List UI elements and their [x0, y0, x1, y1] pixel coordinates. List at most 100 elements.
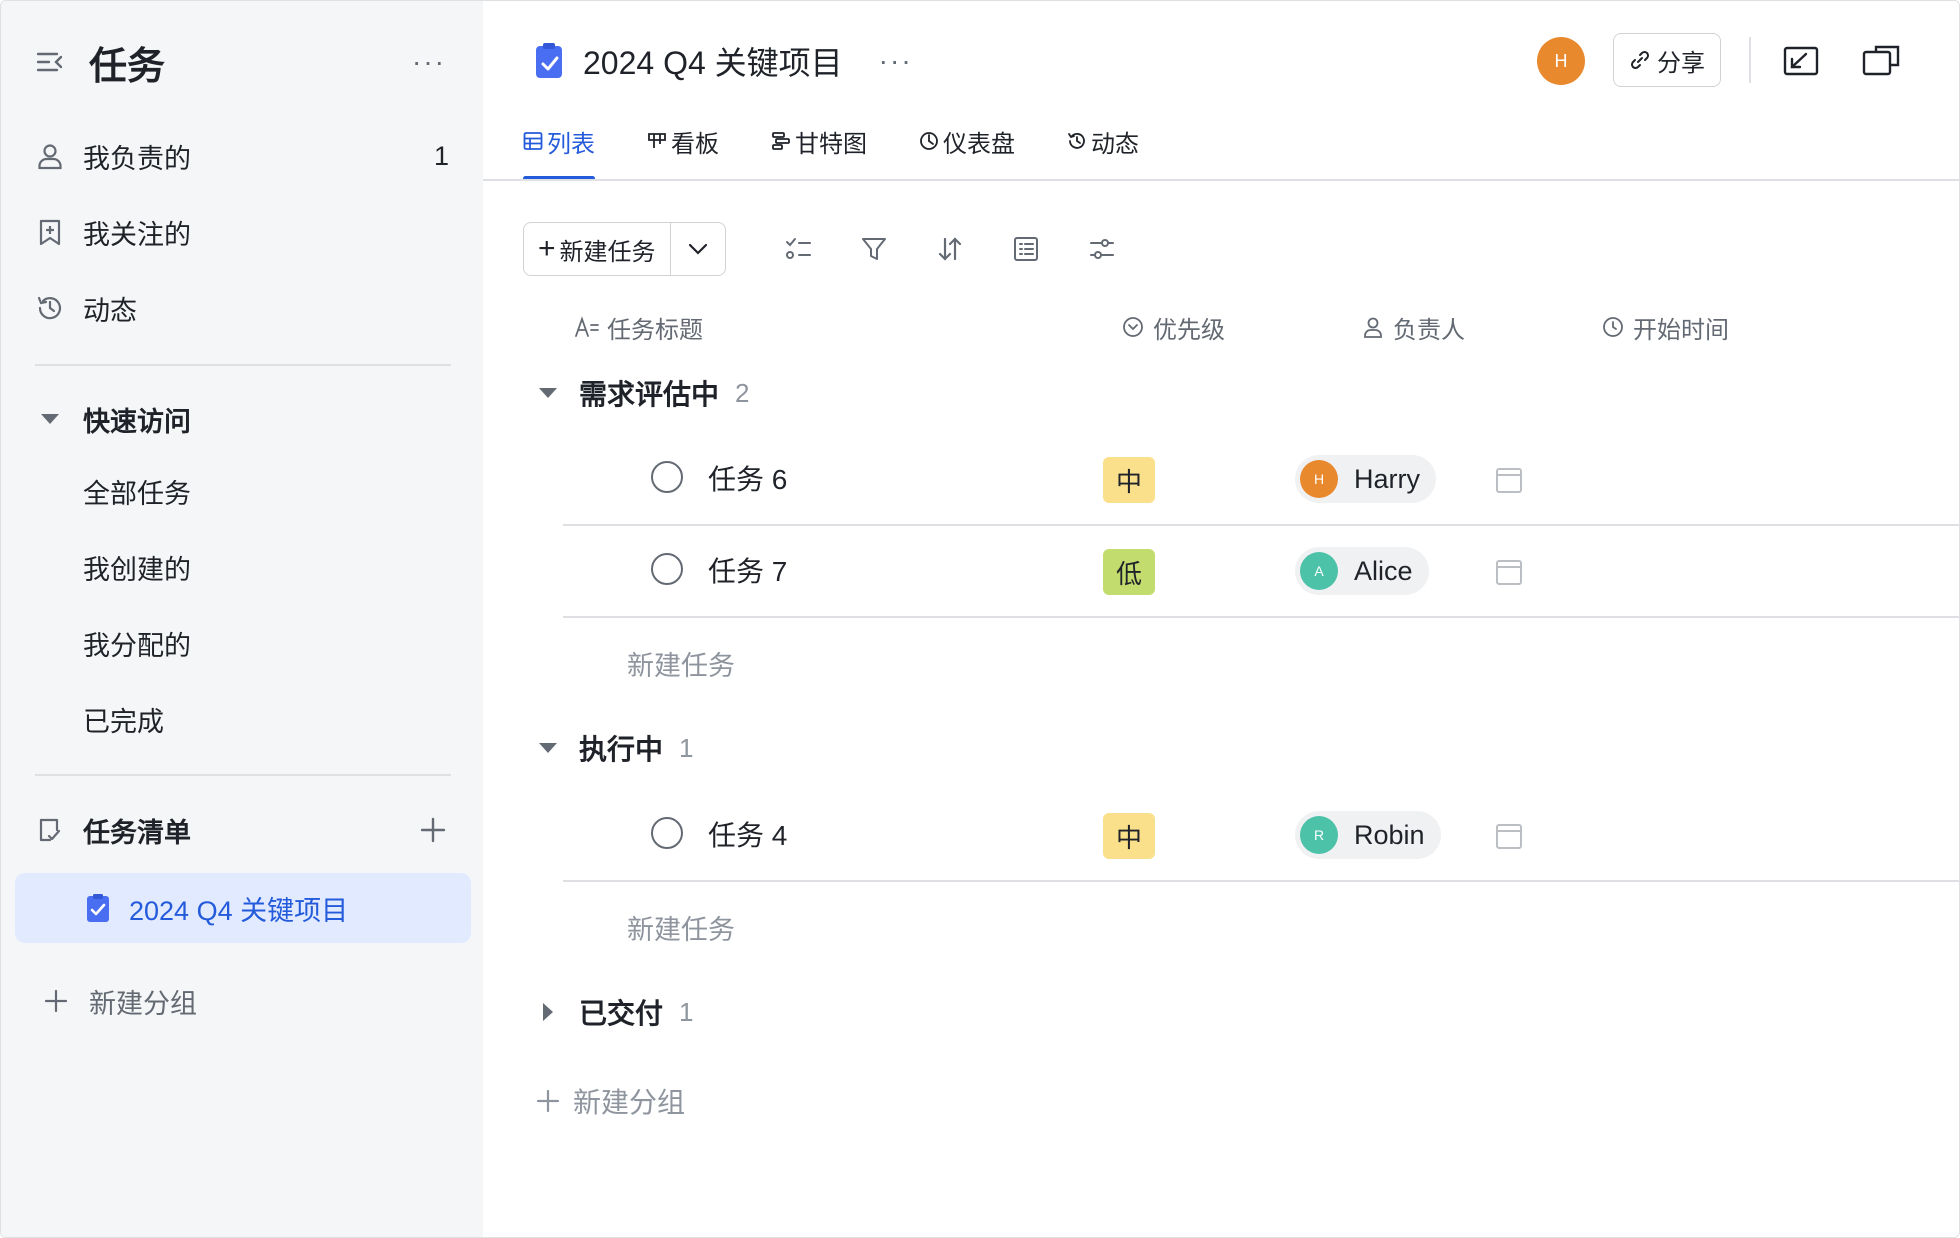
dashboard-icon — [919, 131, 939, 151]
calendar-icon[interactable] — [1491, 462, 1527, 498]
view-tabs: 列表 看板 甘特图 仪表盘 动态 — [523, 119, 1191, 181]
task-checkbox[interactable] — [651, 553, 683, 585]
column-header-owner[interactable]: 负责人 — [1361, 307, 1465, 347]
share-button[interactable]: 分享 — [1613, 33, 1721, 87]
sidebar-divider — [35, 774, 451, 776]
tab-list[interactable]: 列表 — [523, 119, 595, 181]
new-task-label: 新建任务 — [559, 238, 656, 266]
new-group-label: 新建分组 — [89, 988, 197, 1019]
tab-label: 看板 — [671, 130, 719, 158]
tab-label: 动态 — [1091, 130, 1139, 158]
checklist-icon[interactable] — [778, 229, 818, 269]
group-header[interactable]: 已交付 1 — [533, 987, 693, 1037]
sidebar-new-group-button[interactable]: 新建分组 — [41, 975, 197, 1027]
add-list-icon[interactable] — [413, 810, 453, 850]
table-row[interactable]: 任务 6 中 H Harry — [563, 432, 1959, 526]
group-by-icon[interactable] — [1006, 229, 1046, 269]
table-row[interactable]: 任务 4 中 R Robin — [563, 788, 1959, 882]
column-label: 任务标题 — [607, 316, 703, 344]
collapse-sidebar-icon[interactable] — [35, 47, 65, 77]
tab-kanban[interactable]: 看板 — [647, 119, 719, 163]
task-title[interactable]: 任务 6 — [708, 458, 787, 498]
sidebar-item-assigned-by-me[interactable]: 我分配的 — [83, 617, 191, 669]
group-count: 1 — [679, 732, 694, 763]
sidebar-divider — [35, 364, 451, 366]
sidebar-item-label: 动态 — [83, 295, 137, 326]
column-header-priority[interactable]: 优先级 — [1121, 307, 1225, 347]
tab-dashboard[interactable]: 仪表盘 — [919, 119, 1015, 163]
tab-label: 仪表盘 — [943, 130, 1015, 158]
bookmark-icon — [35, 217, 65, 247]
sort-icon[interactable] — [930, 229, 970, 269]
task-checkbox[interactable] — [651, 461, 683, 493]
add-task-button[interactable]: 新建任务 — [627, 638, 735, 688]
user-icon — [1361, 315, 1385, 339]
sidebar-item-activity[interactable]: 动态 — [35, 282, 453, 334]
caret-down-icon[interactable] — [533, 733, 563, 763]
caret-down-icon[interactable] — [35, 404, 65, 434]
tab-activity[interactable]: 动态 — [1067, 119, 1139, 163]
quick-access-section[interactable]: 快速访问 — [35, 393, 453, 445]
group-name: 执行中 — [579, 734, 664, 765]
add-task-button[interactable]: 新建任务 — [627, 902, 735, 952]
caret-right-icon[interactable] — [533, 997, 563, 1027]
tasklist-icon — [35, 815, 65, 845]
toolbar: + 新建任务 — [523, 221, 1122, 277]
minimize-window-icon[interactable] — [1781, 41, 1821, 81]
task-lists-section[interactable]: 任务清单 — [35, 804, 453, 856]
tabs-divider — [483, 179, 1959, 181]
sidebar-more-icon[interactable]: ··· — [409, 46, 449, 78]
calendar-icon[interactable] — [1491, 554, 1527, 590]
owner-chip[interactable]: H Harry — [1295, 455, 1436, 503]
caret-down-icon[interactable] — [533, 378, 563, 408]
chevron-down-icon[interactable] — [671, 223, 725, 275]
group-header[interactable]: 执行中 1 — [533, 723, 693, 773]
filter-icon[interactable] — [854, 229, 894, 269]
task-title[interactable]: 任务 4 — [708, 814, 787, 854]
group-header[interactable]: 需求评估中 2 — [533, 368, 749, 418]
new-group-label: 新建分组 — [573, 1087, 686, 1118]
link-icon — [1629, 49, 1651, 71]
sidebar-item-label: 我负责的 — [83, 143, 191, 174]
history-icon — [1067, 131, 1087, 151]
plus-icon: + — [538, 232, 556, 265]
owner-name: Harry — [1354, 463, 1420, 494]
owner-chip[interactable]: A Alice — [1295, 547, 1429, 595]
sidebar-item-completed[interactable]: 已完成 — [83, 693, 164, 745]
app-window: 任务 ··· 我负责的 1 我关注的 动态 快速访问 全部任务 我创建的 我分配… — [0, 0, 1960, 1238]
priority-badge[interactable]: 中 — [1103, 813, 1155, 859]
sidebar-item-following[interactable]: 我关注的 — [35, 206, 453, 258]
new-task-button[interactable]: + 新建任务 — [524, 223, 671, 275]
sidebar-item-project[interactable]: 2024 Q4 关键项目 — [15, 873, 471, 943]
priority-badge[interactable]: 中 — [1103, 457, 1155, 503]
sidebar: 任务 ··· 我负责的 1 我关注的 动态 快速访问 全部任务 我创建的 我分配… — [1, 1, 483, 1237]
project-icon — [83, 893, 113, 923]
new-group-button[interactable]: 新建分组 — [533, 1075, 685, 1127]
tab-label: 甘特图 — [795, 130, 867, 158]
sidebar-item-assigned-to-me[interactable]: 我负责的 1 — [35, 130, 453, 182]
header-divider — [1749, 37, 1751, 83]
avatar[interactable]: H — [1537, 37, 1585, 85]
task-title[interactable]: 任务 7 — [708, 550, 787, 590]
sidebar-item-label: 2024 Q4 关键项目 — [129, 895, 349, 926]
avatar: R — [1300, 816, 1338, 854]
sidebar-title: 任务 — [89, 45, 166, 88]
settings-sliders-icon[interactable] — [1082, 229, 1122, 269]
column-header-start-time[interactable]: 开始时间 — [1601, 307, 1729, 347]
calendar-icon[interactable] — [1491, 818, 1527, 854]
table-row[interactable]: 任务 7 低 A Alice — [563, 524, 1959, 618]
share-label: 分享 — [1657, 49, 1705, 77]
sidebar-item-count: 1 — [433, 140, 449, 171]
tab-gantt[interactable]: 甘特图 — [771, 119, 867, 163]
gantt-icon — [771, 131, 791, 151]
sidebar-item-all-tasks[interactable]: 全部任务 — [83, 465, 191, 517]
priority-badge[interactable]: 低 — [1103, 549, 1155, 595]
open-new-window-icon[interactable] — [1861, 41, 1901, 81]
project-more-icon[interactable]: ··· — [879, 45, 913, 77]
task-checkbox[interactable] — [651, 817, 683, 849]
avatar: H — [1300, 460, 1338, 498]
owner-chip[interactable]: R Robin — [1295, 811, 1441, 859]
tab-label: 列表 — [547, 130, 595, 158]
sidebar-item-created-by-me[interactable]: 我创建的 — [83, 541, 191, 593]
column-header-title[interactable]: 任务标题 — [575, 307, 703, 347]
